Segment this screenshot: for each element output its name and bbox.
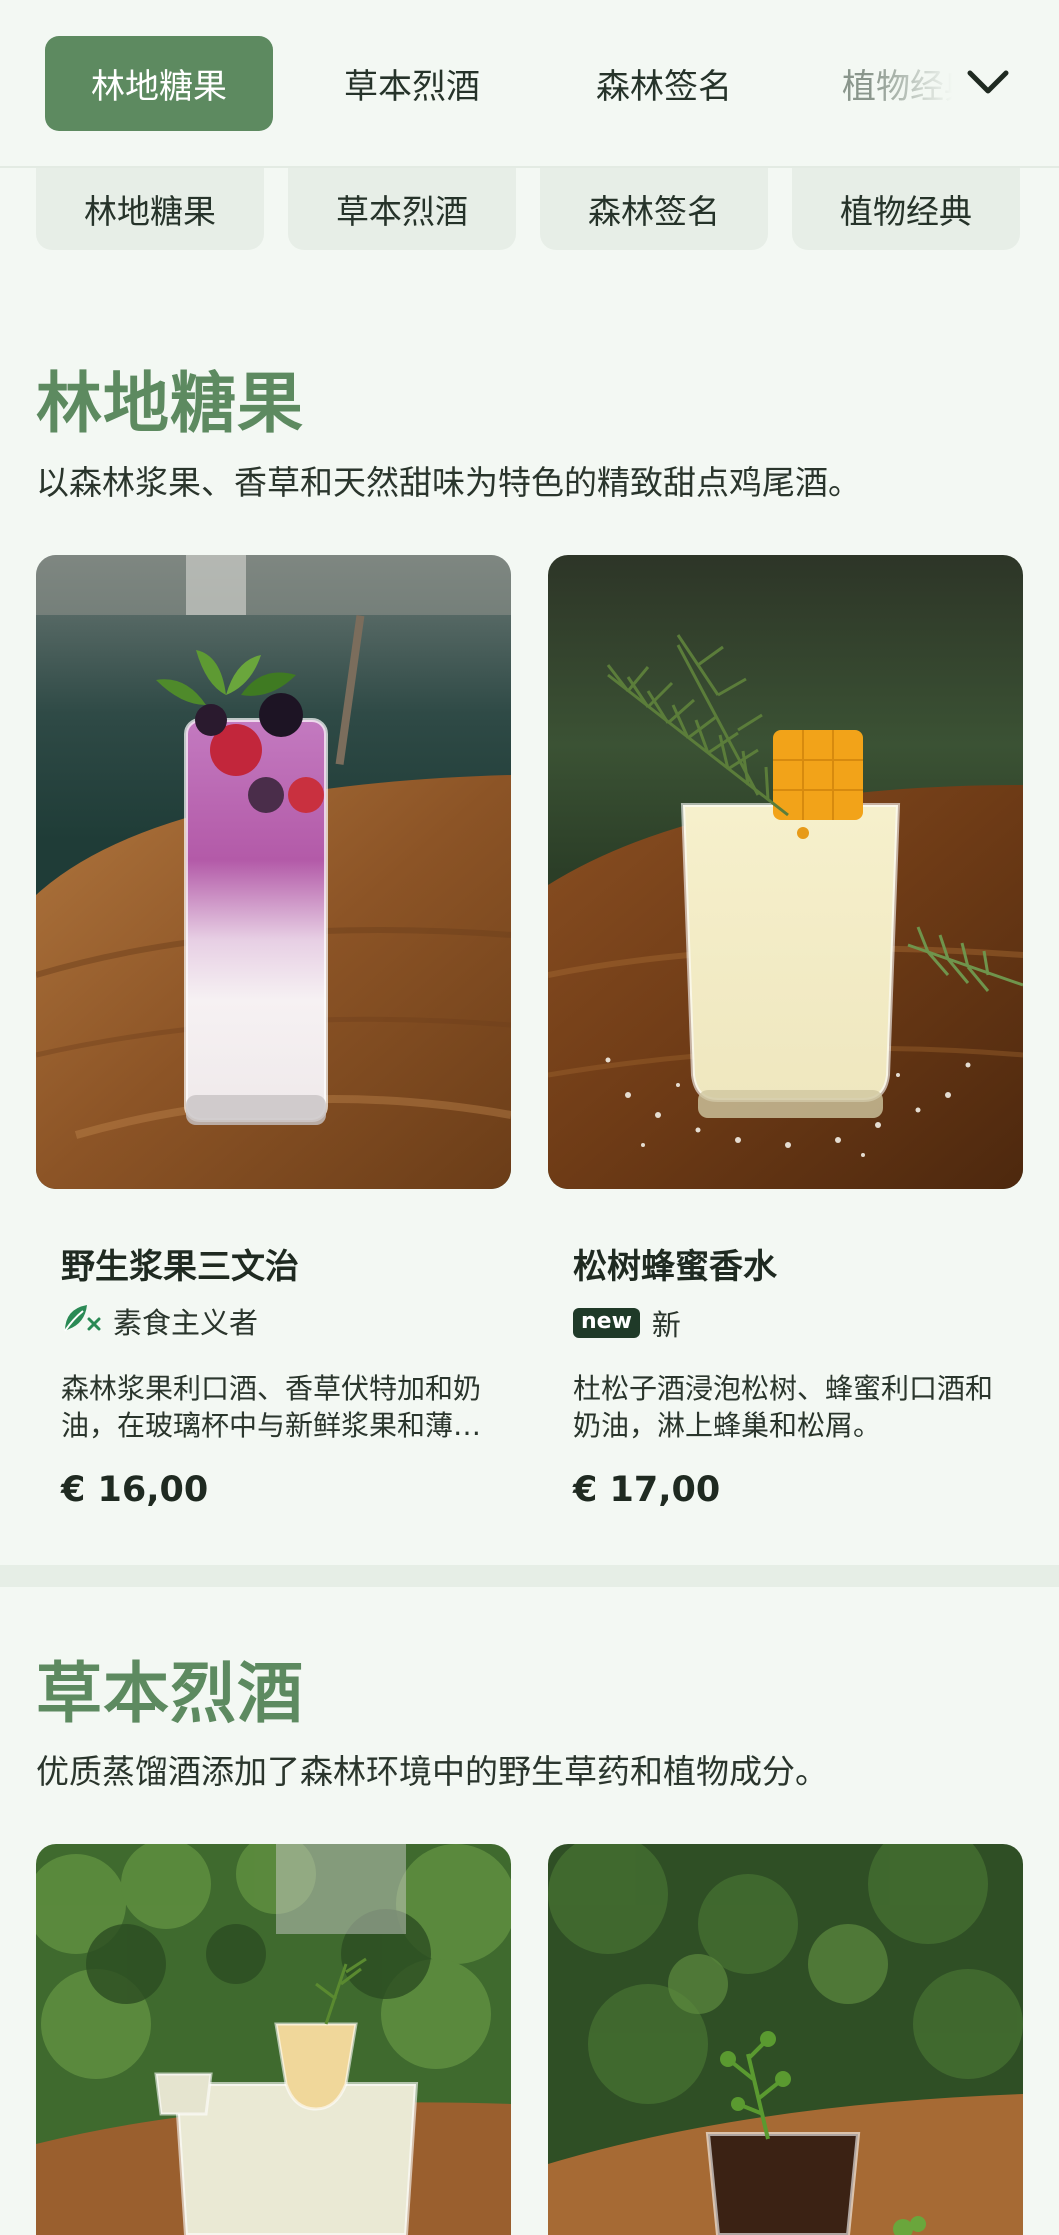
tab-woodland-sweets[interactable]: 林地糖果 bbox=[45, 36, 273, 131]
item-description: 杜松子酒浸泡松树、蜂蜜利口酒和奶油，淋上蜂巢和松屑。 bbox=[573, 1372, 994, 1442]
tab-herbal-spirits[interactable]: 草本烈酒 bbox=[300, 36, 524, 131]
section-description: 优质蒸馏酒添加了森林环境中的野生草药和植物成分。 bbox=[36, 1752, 828, 1791]
item-name[interactable]: 松树蜂蜜香水 bbox=[573, 1239, 777, 1288]
drink-photo-berry[interactable] bbox=[36, 555, 511, 1189]
chip-botanical-classics[interactable]: 植物经典 bbox=[792, 168, 1020, 250]
chip-forest-signature[interactable]: 森林签名 bbox=[540, 168, 768, 250]
new-tag: new 新 bbox=[573, 1302, 681, 1344]
section-title: 草本烈酒 bbox=[36, 1655, 304, 1732]
drink-photo-herbal-1[interactable] bbox=[36, 1844, 511, 2235]
drink-photo-pine[interactable] bbox=[548, 555, 1023, 1189]
item-price: € 16,00 bbox=[61, 1470, 209, 1510]
category-tab-bar: 林地糖果 草本烈酒 森林签名 植物经典 bbox=[0, 0, 1059, 168]
new-tag-label: 新 bbox=[651, 1308, 681, 1342]
item-price: € 17,00 bbox=[573, 1470, 721, 1510]
new-badge: new bbox=[573, 1308, 640, 1338]
dietary-tag: 素食主义者 bbox=[61, 1300, 258, 1342]
dietary-tag-label: 素食主义者 bbox=[113, 1306, 259, 1340]
item-name[interactable]: 野生浆果三文治 bbox=[61, 1239, 299, 1288]
category-chip-row: 林地糖果 草本烈酒 森林签名 植物经典 bbox=[0, 168, 1059, 252]
drink-photo-herbal-2[interactable] bbox=[548, 1844, 1023, 2235]
section-description: 以森林浆果、香草和天然甜味为特色的精致甜点鸡尾酒。 bbox=[36, 463, 861, 502]
section-divider bbox=[0, 1565, 1059, 1587]
chip-woodland-sweets[interactable]: 林地糖果 bbox=[36, 168, 264, 250]
vegan-leaf-icon bbox=[61, 1301, 101, 1342]
item-description: 森林浆果利口酒、香草伏特加和奶油，在玻璃杯中与新鲜浆果和薄荷叶一起分层。 bbox=[61, 1372, 482, 1442]
section-title: 林地糖果 bbox=[36, 365, 304, 442]
chip-herbal-spirits[interactable]: 草本烈酒 bbox=[288, 168, 516, 250]
chevron-down-icon[interactable] bbox=[960, 58, 1016, 108]
tab-forest-signature[interactable]: 森林签名 bbox=[552, 36, 776, 131]
